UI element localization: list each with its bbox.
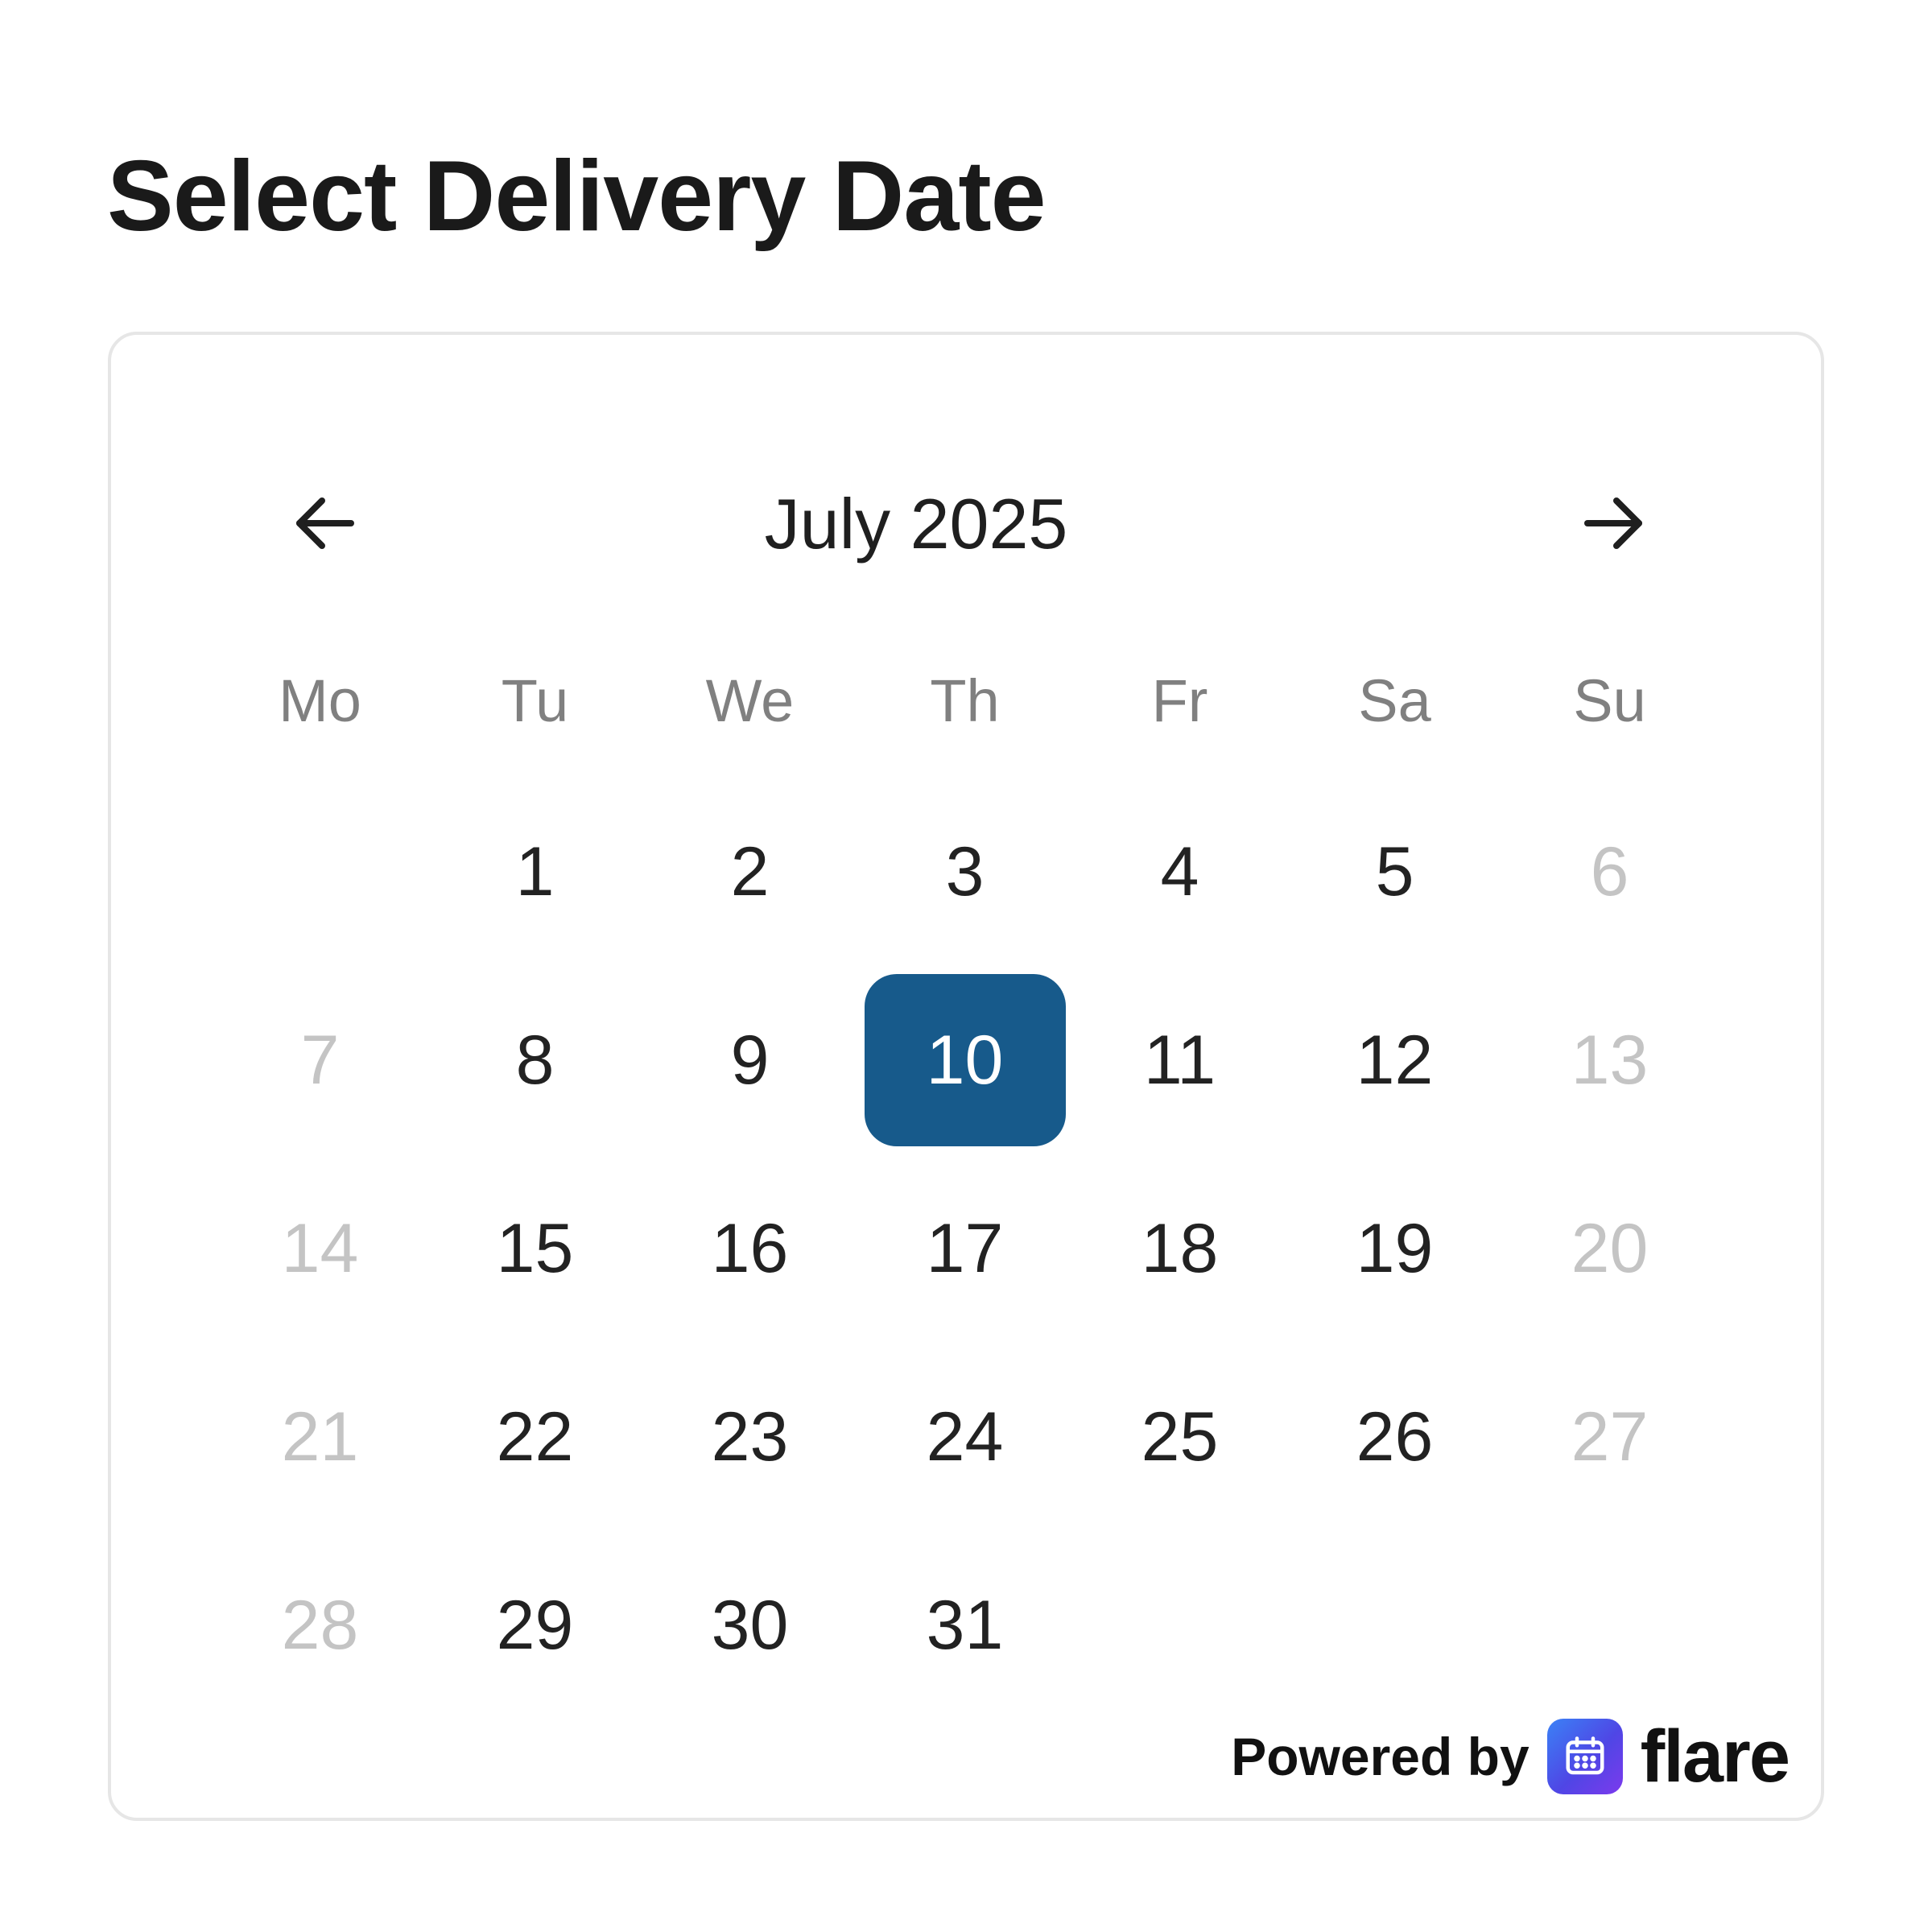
selected-day[interactable]: 10 [864,974,1066,1146]
calendar-day-cell: 20 [1502,1162,1717,1335]
calendar-day-cell: 5 [1287,786,1502,958]
calendar-day-cell: 9 [642,974,857,1146]
weekday-thursday: Th [930,667,1000,734]
calendar-day-cell: 13 [1502,974,1717,1146]
calendar-day[interactable]: 11 [1080,974,1281,1146]
calendar-week-row: 28 29 30 31 [213,1539,1718,1711]
weekday-wednesday: We [705,667,795,734]
calendar-day-cell: 19 [1287,1162,1502,1335]
empty-day [1080,1539,1281,1711]
calendar-week-row: 14 15 16 17 18 19 20 [213,1162,1718,1335]
calendar-day[interactable]: 22 [435,1351,636,1523]
arrow-left-icon [296,497,354,549]
calendar-day-cell: 27 [1502,1351,1717,1523]
calendar-day[interactable]: 18 [1080,1162,1281,1335]
powered-by-badge[interactable]: Powered by flare [1231,1708,1790,1805]
calendar-day[interactable]: 30 [650,1539,851,1711]
calendar-day-cell: 11 [1072,974,1287,1146]
empty-day [220,786,421,958]
calendar-day: 7 [300,1021,340,1099]
calendar-day-cell: 8 [427,974,642,1146]
calendar-day-cell: 28 [213,1539,427,1711]
calendar-day-cell: 26 [1287,1351,1502,1523]
calendar-icon [1546,1719,1623,1794]
calendar-day-cell: 15 [427,1162,642,1335]
calendar-day-cell: 25 [1072,1351,1287,1523]
calendar-day-cell: 30 [642,1539,857,1711]
page-title: Select Delivery Date [107,141,1046,252]
calendar-day: 28 [281,1586,359,1664]
calendar-day-cell: 10 [857,974,1072,1146]
calendar-day-cell: 14 [213,1162,427,1335]
weekday-header: Mo Tu We Th Fr Sa Su [213,649,1718,753]
calendar-day[interactable]: 2 [650,786,851,958]
calendar-day-cell: 22 [427,1351,642,1523]
powered-by-label: Powered by [1231,1727,1530,1786]
next-month-button[interactable] [1565,475,1662,572]
calendar-day[interactable]: 17 [865,1162,1066,1335]
weekday-sunday: Su [1573,667,1646,734]
brand-name: flare [1640,1715,1790,1798]
calendar-day[interactable]: 19 [1294,1162,1496,1335]
calendar-day-cell [213,786,427,958]
calendar-day-cell: 4 [1072,786,1287,958]
empty-day [1509,1539,1711,1711]
calendar-day: 13 [1571,1021,1649,1099]
calendar-day-cell: 21 [213,1351,427,1523]
calendar-week-row: 12345 6 [213,786,1718,958]
calendar-day: 6 [1590,832,1629,910]
calendar-day[interactable]: 26 [1294,1351,1496,1523]
calendar-day: 27 [1571,1397,1649,1476]
calendar-day[interactable]: 1 [435,786,636,958]
calendar-day-cell [1287,1539,1502,1711]
calendar-day[interactable]: 25 [1080,1351,1281,1523]
calendar-day[interactable]: 24 [865,1351,1066,1523]
calendar-day-cell: 31 [857,1539,1072,1711]
month-title: July 2025 [764,484,1068,564]
calendar-card: July 2025 Mo Tu We Th Fr Sa Su 123456789… [108,332,1824,1821]
calendar-day[interactable]: 9 [650,974,851,1146]
calendar-day[interactable]: 5 [1294,786,1496,958]
calendar-day-cell: 16 [642,1162,857,1335]
calendar-day: 14 [281,1209,359,1287]
calendar-day-cell: 12 [1287,974,1502,1146]
calendar-day-cell [1502,1539,1717,1711]
calendar-day[interactable]: 3 [865,786,1066,958]
weekday-tuesday: Tu [501,667,569,734]
calendar-day[interactable]: 31 [865,1539,1066,1711]
arrow-right-icon [1584,497,1642,549]
calendar-day[interactable]: 8 [435,974,636,1146]
calendar-day-cell: 29 [427,1539,642,1711]
empty-day [1294,1539,1496,1711]
weekday-saturday: Sa [1358,667,1431,734]
calendar-day-cell: 3 [857,786,1072,958]
previous-month-button[interactable] [277,475,374,572]
calendar-day[interactable]: 4 [1080,786,1281,958]
calendar-day-cell: 17 [857,1162,1072,1335]
calendar-day[interactable]: 15 [435,1162,636,1335]
calendar-day-cell [1072,1539,1287,1711]
calendar-day: 20 [1571,1209,1649,1287]
calendar-day-cell: 6 [1502,786,1717,958]
weekday-monday: Mo [279,667,361,734]
calendar-day-cell: 1 [427,786,642,958]
calendar-day: 21 [281,1397,359,1476]
calendar-day[interactable]: 12 [1294,974,1496,1146]
calendar-week-row: 7 8 9 10 11 12 13 [213,974,1718,1146]
calendar-day-cell: 2 [642,786,857,958]
calendar-day-cell: 18 [1072,1162,1287,1335]
calendar-day[interactable]: 29 [435,1539,636,1711]
calendar-day[interactable]: 16 [650,1162,851,1335]
calendar-day[interactable]: 23 [650,1351,851,1523]
calendar-week-row: 21 22 23 24 25 26 27 [213,1351,1718,1523]
calendar-day-cell: 23 [642,1351,857,1523]
calendar-day-cell: 7 [213,974,427,1146]
calendar-day-cell: 24 [857,1351,1072,1523]
weekday-friday: Fr [1151,667,1208,734]
